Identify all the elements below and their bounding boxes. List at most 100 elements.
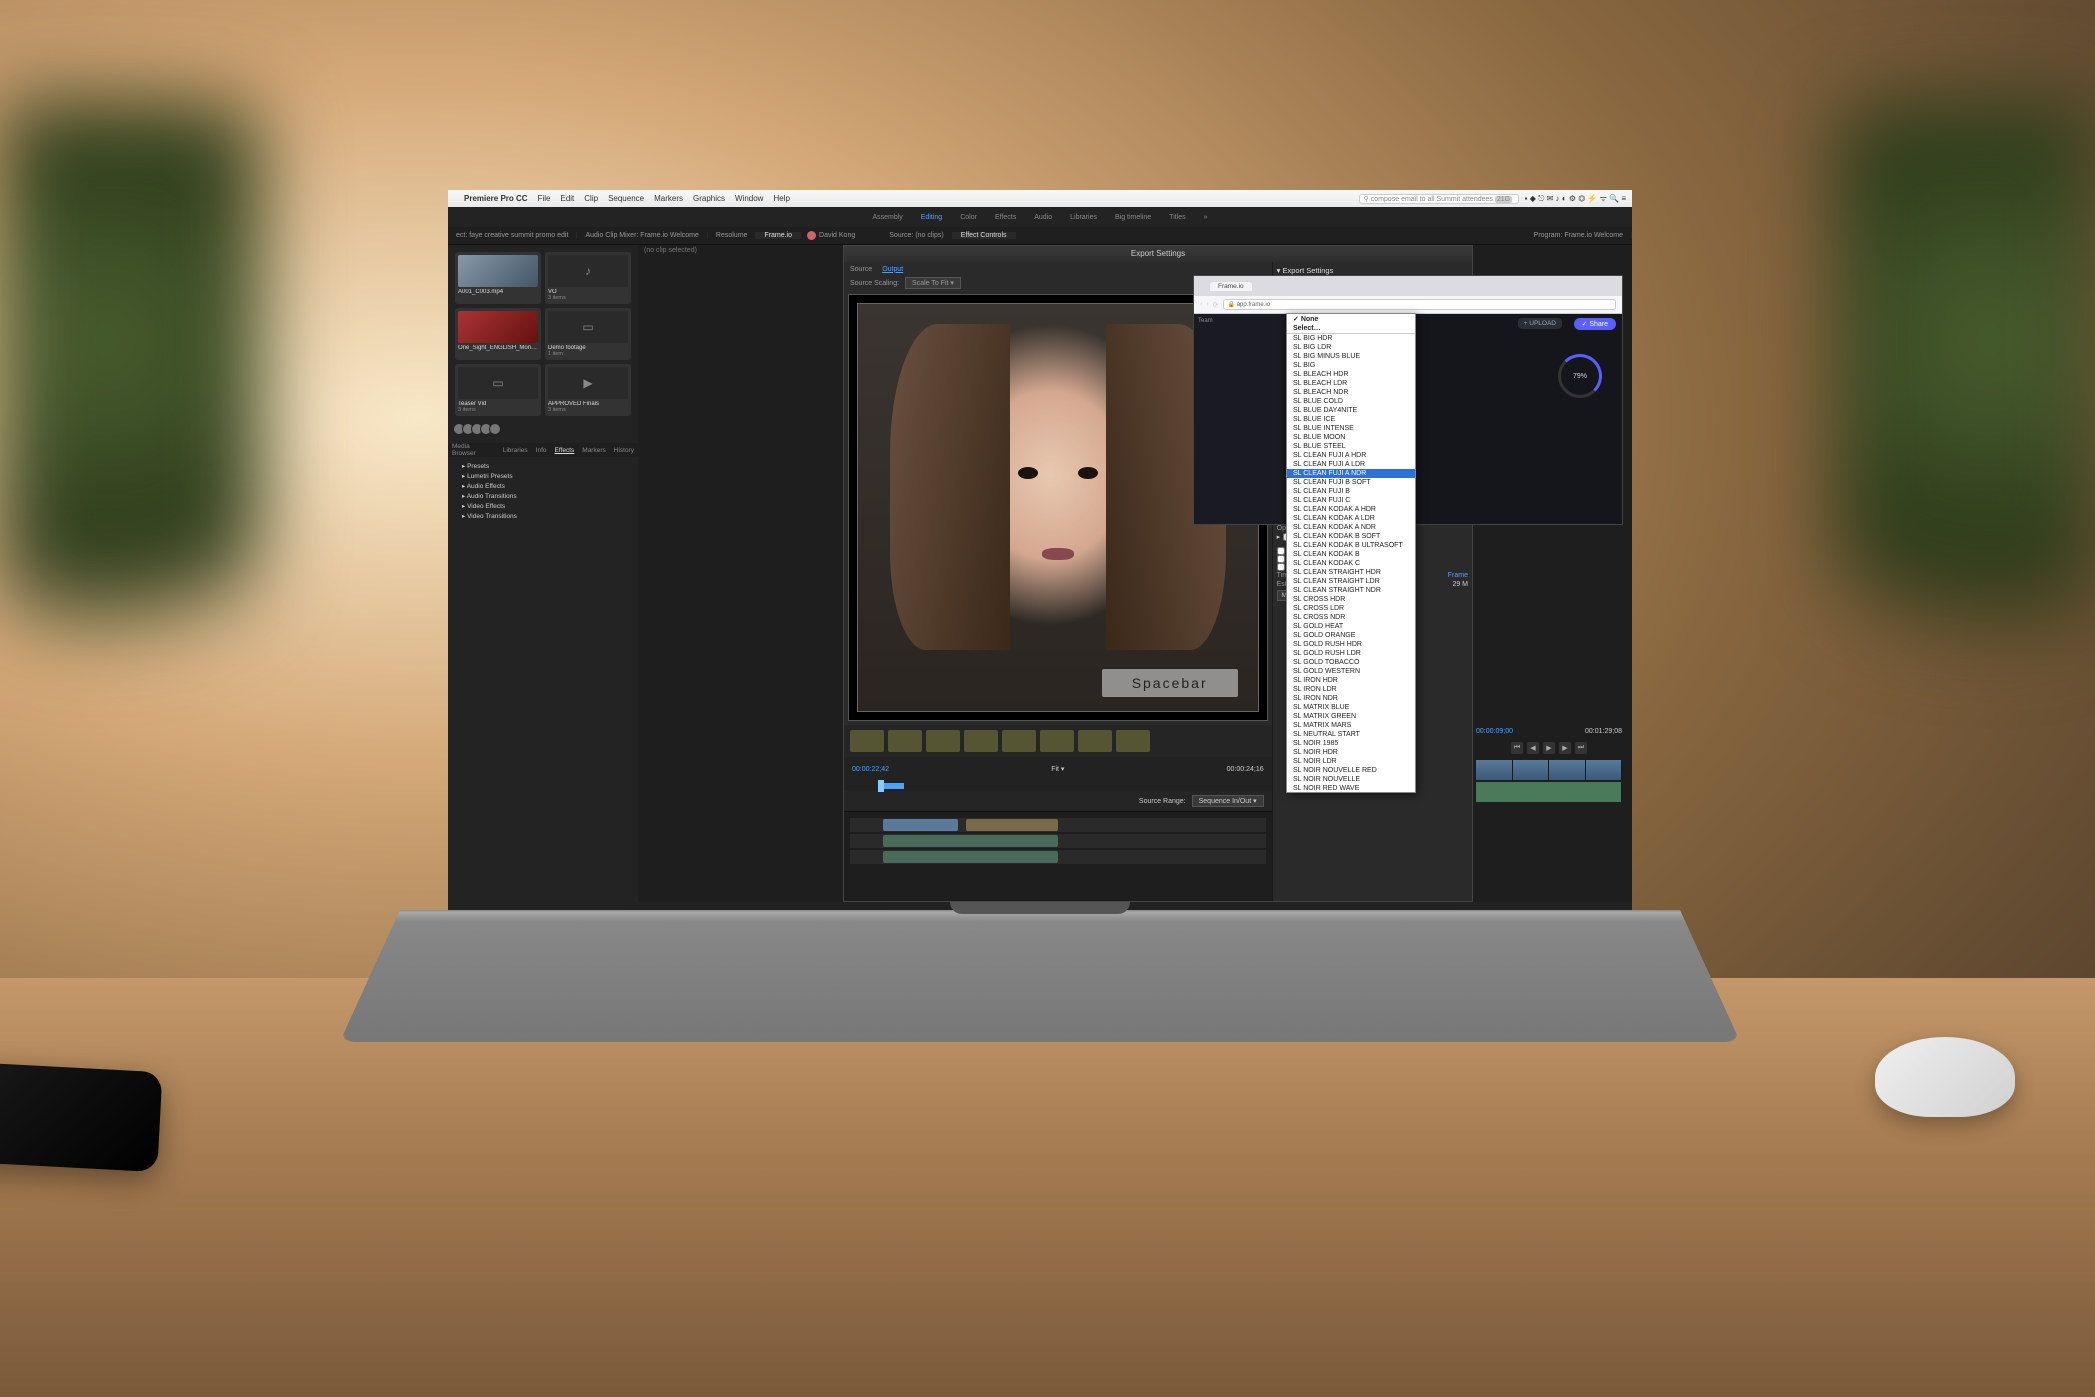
lut-option[interactable]: SL CLEAN FUJI B — [1287, 487, 1415, 496]
lut-option[interactable]: SL BIG HDR — [1287, 334, 1415, 343]
lut-dropdown-list[interactable]: NoneSelect…SL BIG HDRSL BIG LDRSL BIG MI… — [1286, 313, 1416, 793]
lut-option[interactable]: SL CLEAN FUJI A HDR — [1287, 451, 1415, 460]
collaborator-avatars[interactable] — [452, 419, 634, 439]
bin-item[interactable]: ▶APPROVED Finals3 items — [545, 364, 631, 416]
ws-titles[interactable]: Titles — [1169, 214, 1185, 221]
lut-option[interactable]: SL CLEAN STRAIGHT LDR — [1287, 577, 1415, 586]
lut-option[interactable]: SL GOLD WESTERN — [1287, 667, 1415, 676]
lut-option[interactable]: SL BLEACH NDR — [1287, 388, 1415, 397]
lut-option[interactable]: SL BIG LDR — [1287, 343, 1415, 352]
lut-option[interactable]: SL IRON NDR — [1287, 694, 1415, 703]
menu-edit[interactable]: Edit — [560, 194, 574, 203]
tab-resolume[interactable]: Resolume — [708, 232, 757, 239]
max-render-checkbox[interactable] — [1277, 547, 1285, 555]
lut-option[interactable]: SL NEUTRAL START — [1287, 730, 1415, 739]
bin-item[interactable]: A001_C003.mp4 — [455, 252, 541, 304]
time-interp-dropdown[interactable]: Frame — [1448, 572, 1468, 579]
import-project-checkbox[interactable] — [1277, 555, 1285, 563]
bin-item[interactable]: ▭Teaser Vid3 items — [455, 364, 541, 416]
tree-item[interactable]: ▸ Video Effects — [452, 501, 634, 511]
lut-option[interactable]: SL BLUE STEEL — [1287, 442, 1415, 451]
ws-editing[interactable]: Editing — [921, 214, 942, 221]
lut-option[interactable]: SL GOLD ORANGE — [1287, 631, 1415, 640]
tab-source[interactable]: Source: (no clips) — [881, 232, 952, 239]
menu-clip[interactable]: Clip — [584, 194, 598, 203]
lut-option[interactable]: SL BLUE ICE — [1287, 415, 1415, 424]
tc-out[interactable]: 00:00:24;16 — [1227, 766, 1264, 773]
in-handle[interactable] — [878, 780, 884, 792]
tree-item[interactable]: ▸ Presets — [452, 461, 634, 471]
lut-option[interactable]: SL BLUE COLD — [1287, 397, 1415, 406]
export-range-slider[interactable] — [844, 781, 1272, 791]
fit-dropdown[interactable]: Fit ▾ — [1051, 765, 1064, 773]
ws-color[interactable]: Color — [960, 214, 977, 221]
lut-option[interactable]: SL GOLD RUSH HDR — [1287, 640, 1415, 649]
lut-option[interactable]: SL NOIR LDR — [1287, 757, 1415, 766]
track-a1[interactable] — [850, 834, 1266, 848]
lut-option[interactable]: SL BIG — [1287, 361, 1415, 370]
upload-button[interactable]: + UPLOAD — [1518, 318, 1562, 329]
lut-option[interactable]: SL CROSS NDR — [1287, 613, 1415, 622]
bin-item[interactable]: ▭Demo footage1 item — [545, 308, 631, 360]
goto-in-icon[interactable]: ⏮ — [1511, 742, 1523, 754]
tc-in[interactable]: 00:00:22;42 — [852, 766, 889, 773]
ws-audio[interactable]: Audio — [1034, 214, 1052, 221]
track-a2[interactable] — [850, 850, 1266, 864]
lut-option[interactable]: SL CLEAN KODAK B ULTRASOFT — [1287, 541, 1415, 550]
play-icon[interactable]: ▶ — [1543, 742, 1555, 754]
lut-option[interactable]: SL BLEACH HDR — [1287, 370, 1415, 379]
ws-assembly[interactable]: Assembly — [872, 214, 902, 221]
lut-option[interactable]: SL NOIR 1985 — [1287, 739, 1415, 748]
menu-sequence[interactable]: Sequence — [608, 194, 644, 203]
lut-option[interactable]: SL IRON HDR — [1287, 676, 1415, 685]
app-name[interactable]: Premiere Pro CC — [464, 194, 528, 203]
tree-item[interactable]: ▸ Audio Transitions — [452, 491, 634, 501]
lut-option[interactable]: SL CLEAN KODAK B SOFT — [1287, 532, 1415, 541]
tab-libraries[interactable]: Libraries — [503, 447, 528, 454]
lut-option[interactable]: SL BLEACH LDR — [1287, 379, 1415, 388]
lut-option[interactable]: Select… — [1287, 324, 1415, 333]
lut-option[interactable]: SL MATRIX GREEN — [1287, 712, 1415, 721]
menu-markers[interactable]: Markers — [654, 194, 683, 203]
lut-option[interactable]: SL CLEAN KODAK A NDR — [1287, 523, 1415, 532]
ws-effects[interactable]: Effects — [995, 214, 1016, 221]
tab-frameio[interactable]: Frame.io — [756, 232, 801, 239]
menubar-status-icons[interactable]: ▪ ◆ ⎋ ✉ ♪ ◐ ⚙ ⏣ ⚡ ᯤ 🔍 ≡ — [1525, 193, 1626, 204]
tree-item[interactable]: ▸ Video Transitions — [452, 511, 634, 521]
lut-option[interactable]: SL BIG MINUS BLUE — [1287, 352, 1415, 361]
lut-option[interactable]: SL NOIR NOUVELLE RED — [1287, 766, 1415, 775]
spotlight-search[interactable]: ⚲ compose email to all Summit attendees … — [1359, 194, 1519, 204]
ws-libraries[interactable]: Libraries — [1070, 214, 1097, 221]
lut-option[interactable]: SL NOIR HDR — [1287, 748, 1415, 757]
tab-history[interactable]: History — [614, 447, 634, 454]
tree-item[interactable]: ▸ Audio Effects — [452, 481, 634, 491]
lut-option[interactable]: SL CLEAN FUJI A LDR — [1287, 460, 1415, 469]
tab-effects-lower[interactable]: Effects — [555, 447, 575, 454]
tab-program[interactable]: Program: Frame.io Welcome — [1526, 232, 1632, 239]
export-thumbnail-strip[interactable] — [844, 725, 1272, 757]
lut-option[interactable]: SL CLEAN FUJI B SOFT — [1287, 478, 1415, 487]
menu-graphics[interactable]: Graphics — [693, 194, 725, 203]
program-timeline-strip[interactable] — [1476, 760, 1622, 810]
lut-option[interactable]: SL CLEAN FUJI C — [1287, 496, 1415, 505]
program-tc-left[interactable]: 00:00:09;00 — [1476, 728, 1513, 742]
lut-option[interactable]: SL CLEAN STRAIGHT HDR — [1287, 568, 1415, 577]
lut-option[interactable]: SL IRON LDR — [1287, 685, 1415, 694]
goto-out-icon[interactable]: ⏭ — [1575, 742, 1587, 754]
forward-icon[interactable]: › — [1206, 301, 1208, 308]
step-back-icon[interactable]: ◀ — [1527, 742, 1539, 754]
reload-icon[interactable]: ⟳ — [1213, 301, 1219, 309]
lut-option[interactable]: SL CLEAN STRAIGHT NDR — [1287, 586, 1415, 595]
mini-timeline[interactable] — [844, 811, 1272, 901]
bin-item[interactable]: ♪VO3 items — [545, 252, 631, 304]
scaling-dropdown[interactable]: Scale To Fit ▾ — [905, 277, 961, 289]
lut-option[interactable]: SL CLEAN FUJI A NDR — [1287, 469, 1415, 478]
lut-option[interactable]: SL CLEAN KODAK A HDR — [1287, 505, 1415, 514]
tab-project[interactable]: ect: faye creative summit promo edit — [448, 232, 577, 239]
back-icon[interactable]: ‹ — [1200, 301, 1202, 308]
lut-option[interactable]: SL MATRIX MARS — [1287, 721, 1415, 730]
start-tc-checkbox[interactable] — [1277, 563, 1285, 571]
bin-item[interactable]: One_Sight_ENGLISH_Mon… — [455, 308, 541, 360]
tree-item[interactable]: ▸ Lumetri Presets — [452, 471, 634, 481]
lut-option[interactable]: SL GOLD HEAT — [1287, 622, 1415, 631]
